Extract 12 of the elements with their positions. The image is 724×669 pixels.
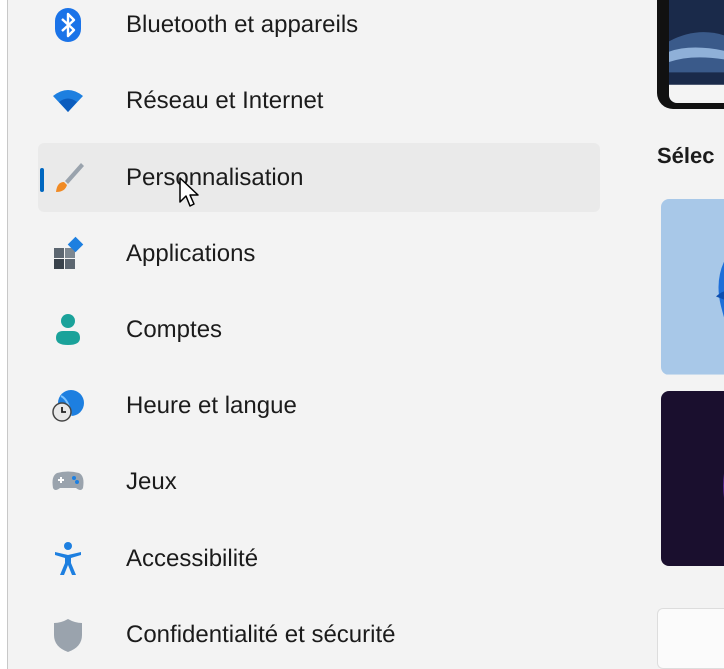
nav-item[interactable]: Accessibilité (38, 524, 600, 593)
selection-indicator (40, 168, 44, 192)
nav-item[interactable]: Personnalisation (38, 143, 600, 212)
nav-item[interactable]: Confidentialité et sécurité (38, 600, 600, 669)
nav-item[interactable]: Comptes (38, 296, 600, 364)
nav-item[interactable]: Heure et langue (38, 372, 600, 440)
nav-item[interactable]: Applications (38, 220, 600, 288)
globe-clock-icon (50, 388, 86, 424)
section-heading: Sélec (657, 143, 716, 170)
nav-item[interactable]: Bluetooth et appareils (38, 0, 600, 60)
nav-item[interactable]: Jeux (38, 448, 600, 517)
nav-item[interactable]: Réseau et Internet (38, 67, 600, 136)
